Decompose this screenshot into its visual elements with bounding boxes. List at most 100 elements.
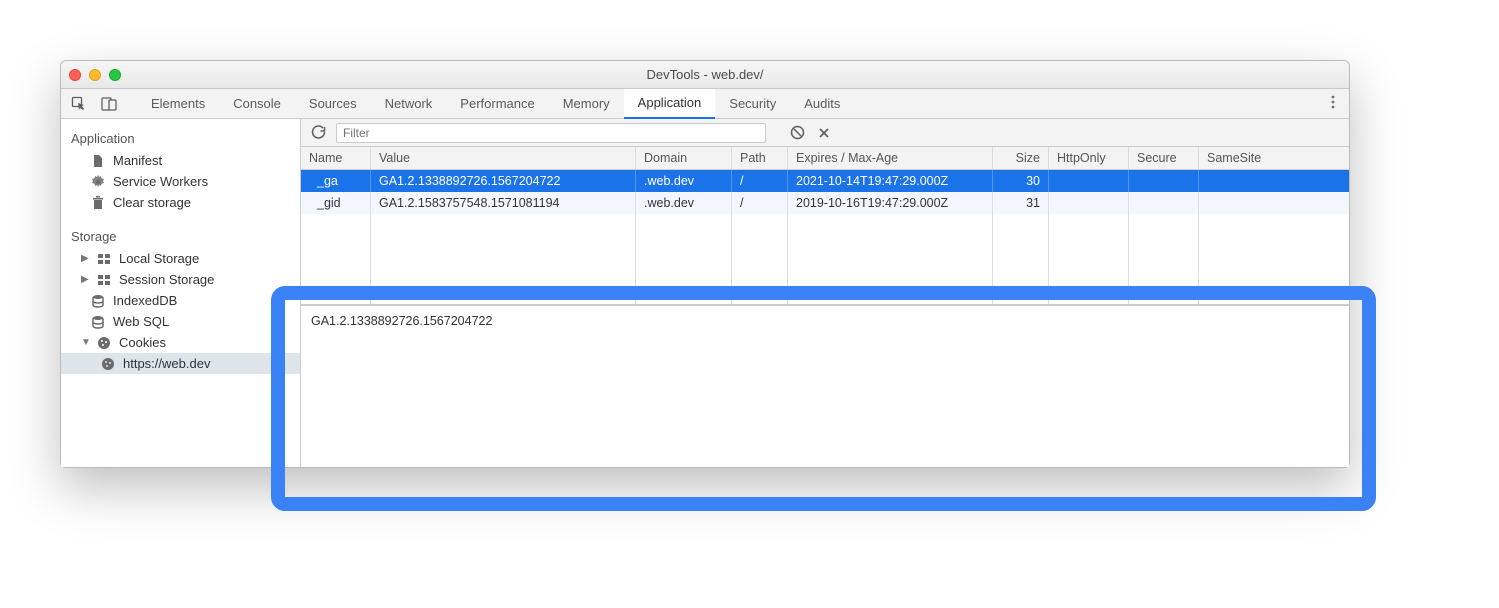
- cookie-icon: [97, 336, 113, 350]
- cookie-detail-value: GA1.2.1338892726.1567204722: [311, 314, 492, 328]
- cell-path: /: [732, 192, 788, 214]
- titlebar: DevTools - web.dev/: [61, 61, 1349, 89]
- more-options-icon[interactable]: [1325, 94, 1341, 113]
- cell-expires: 2019-10-16T19:47:29.000Z: [788, 192, 993, 214]
- zoom-window-button[interactable]: [109, 69, 121, 81]
- minimize-window-button[interactable]: [89, 69, 101, 81]
- cell-name: _ga: [301, 170, 371, 192]
- delete-selected-icon[interactable]: [815, 124, 833, 142]
- table-empty-area: [301, 214, 1349, 304]
- tab-memory[interactable]: Memory: [549, 89, 624, 119]
- tab-label: Security: [729, 96, 776, 111]
- tab-label: Application: [638, 95, 702, 110]
- sidebar-group-application: Application: [61, 125, 300, 150]
- sidebar-item-manifest[interactable]: Manifest: [61, 150, 300, 171]
- tab-security[interactable]: Security: [715, 89, 790, 119]
- table-row[interactable]: _gid GA1.2.1583757548.1571081194 .web.de…: [301, 192, 1349, 214]
- sidebar-item-label: https://web.dev: [123, 356, 210, 371]
- cell-path: /: [732, 170, 788, 192]
- cell-httponly: [1049, 170, 1129, 192]
- cell-expires: 2021-10-14T19:47:29.000Z: [788, 170, 993, 192]
- tab-console[interactable]: Console: [219, 89, 295, 119]
- cookie-detail-pane: GA1.2.1338892726.1567204722: [301, 305, 1349, 467]
- grid-icon: [97, 252, 113, 266]
- sidebar-item-cookies[interactable]: ▼ Cookies: [61, 332, 300, 353]
- sidebar-item-label: Web SQL: [113, 314, 169, 329]
- cell-domain: .web.dev: [636, 192, 732, 214]
- sidebar-item-label: Cookies: [119, 335, 166, 350]
- sidebar-item-clear-storage[interactable]: Clear storage: [61, 192, 300, 213]
- tab-label: Memory: [563, 96, 610, 111]
- column-header-path[interactable]: Path: [732, 147, 788, 169]
- trash-icon: [91, 196, 107, 210]
- tab-performance[interactable]: Performance: [446, 89, 548, 119]
- cell-size: 31: [993, 192, 1049, 214]
- tab-application[interactable]: Application: [624, 89, 716, 119]
- database-icon: [91, 315, 107, 329]
- tab-label: Network: [385, 96, 433, 111]
- cell-httponly: [1049, 192, 1129, 214]
- cookies-panel: Name Value Domain Path Expires / Max-Age…: [301, 119, 1349, 467]
- inspect-element-icon[interactable]: [69, 94, 89, 114]
- chevron-right-icon: ▶: [81, 253, 91, 264]
- column-header-domain[interactable]: Domain: [636, 147, 732, 169]
- tab-label: Console: [233, 96, 281, 111]
- column-header-expires[interactable]: Expires / Max-Age: [788, 147, 993, 169]
- column-header-size[interactable]: Size: [993, 147, 1049, 169]
- cell-value: GA1.2.1583757548.1571081194: [371, 192, 636, 214]
- devtools-window: DevTools - web.dev/ Elements Console Sou…: [60, 60, 1350, 468]
- sidebar-item-websql[interactable]: Web SQL: [61, 311, 300, 332]
- devtools-tabbar: Elements Console Sources Network Perform…: [61, 89, 1349, 119]
- application-sidebar: Application Manifest Service Workers Cle…: [61, 119, 301, 467]
- tab-sources[interactable]: Sources: [295, 89, 371, 119]
- cell-secure: [1129, 170, 1199, 192]
- table-row[interactable]: _ga GA1.2.1338892726.1567204722 .web.dev…: [301, 170, 1349, 192]
- cell-samesite: [1199, 170, 1349, 192]
- filter-input[interactable]: [336, 123, 766, 143]
- window-controls: [69, 69, 121, 81]
- chevron-right-icon: ▶: [81, 274, 91, 285]
- tab-network[interactable]: Network: [371, 89, 447, 119]
- clear-all-icon[interactable]: [788, 123, 807, 142]
- tab-label: Sources: [309, 96, 357, 111]
- cell-samesite: [1199, 192, 1349, 214]
- cell-size: 30: [993, 170, 1049, 192]
- column-header-samesite[interactable]: SameSite: [1199, 147, 1349, 169]
- tab-elements[interactable]: Elements: [137, 89, 219, 119]
- cell-domain: .web.dev: [636, 170, 732, 192]
- file-icon: [91, 154, 107, 168]
- column-header-secure[interactable]: Secure: [1129, 147, 1199, 169]
- sidebar-item-cookies-origin[interactable]: https://web.dev: [61, 353, 300, 374]
- tab-label: Audits: [804, 96, 840, 111]
- column-header-httponly[interactable]: HttpOnly: [1049, 147, 1129, 169]
- sidebar-group-storage: Storage: [61, 223, 300, 248]
- column-header-name[interactable]: Name: [301, 147, 371, 169]
- sidebar-item-label: Session Storage: [119, 272, 214, 287]
- window-title: DevTools - web.dev/: [61, 67, 1349, 82]
- sidebar-item-local-storage[interactable]: ▶ Local Storage: [61, 248, 300, 269]
- sidebar-item-service-workers[interactable]: Service Workers: [61, 171, 300, 192]
- tab-label: Performance: [460, 96, 534, 111]
- sidebar-item-session-storage[interactable]: ▶ Session Storage: [61, 269, 300, 290]
- column-header-value[interactable]: Value: [371, 147, 636, 169]
- cell-name: _gid: [301, 192, 371, 214]
- database-icon: [91, 294, 107, 308]
- sidebar-item-label: IndexedDB: [113, 293, 177, 308]
- sidebar-item-label: Manifest: [113, 153, 162, 168]
- cookies-toolbar: [301, 119, 1349, 147]
- table-header-row: Name Value Domain Path Expires / Max-Age…: [301, 147, 1349, 170]
- tab-label: Elements: [151, 96, 205, 111]
- tab-audits[interactable]: Audits: [790, 89, 854, 119]
- sidebar-item-label: Service Workers: [113, 174, 208, 189]
- cookies-table: Name Value Domain Path Expires / Max-Age…: [301, 147, 1349, 305]
- grid-icon: [97, 273, 113, 287]
- sidebar-item-indexeddb[interactable]: IndexedDB: [61, 290, 300, 311]
- device-toolbar-icon[interactable]: [99, 94, 119, 114]
- gear-icon: [91, 175, 107, 189]
- cell-secure: [1129, 192, 1199, 214]
- close-window-button[interactable]: [69, 69, 81, 81]
- cell-value: GA1.2.1338892726.1567204722: [371, 170, 636, 192]
- sidebar-item-label: Local Storage: [119, 251, 199, 266]
- refresh-icon[interactable]: [309, 123, 328, 142]
- chevron-down-icon: ▼: [81, 337, 91, 348]
